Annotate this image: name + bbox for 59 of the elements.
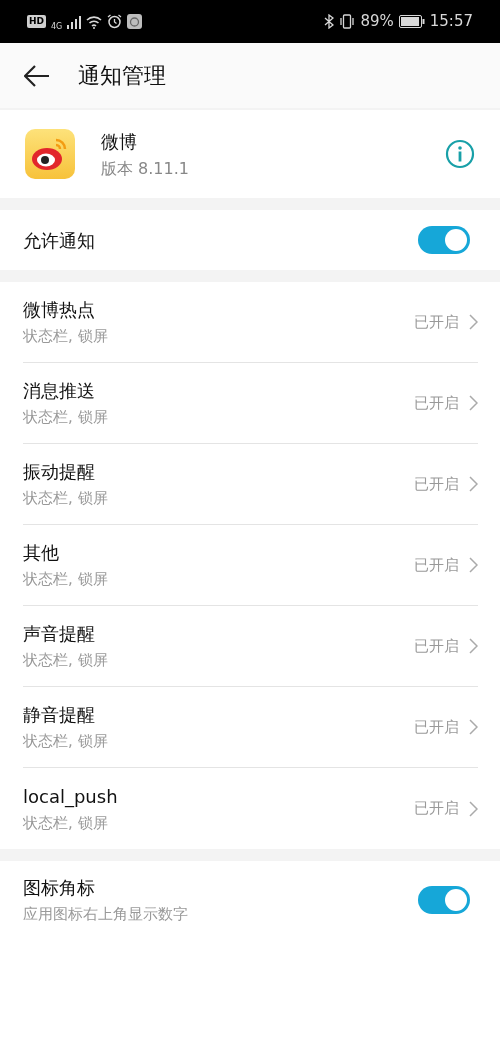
channel-status: 已开启: [414, 392, 459, 414]
setting-label: 允许通知: [23, 228, 95, 253]
channel-row[interactable]: 声音提醒 状态栏, 锁屏 已开启: [23, 606, 478, 687]
vibrate-icon: [339, 14, 356, 29]
channel-name: local_push: [23, 784, 118, 810]
channel-name: 振动提醒: [23, 460, 96, 485]
channel-detail: 状态栏, 锁屏: [23, 569, 108, 591]
channel-detail: 状态栏, 锁屏: [23, 326, 108, 348]
chevron-right-icon: [469, 719, 478, 735]
toggle-switch[interactable]: [418, 886, 470, 914]
channel-detail: 状态栏, 锁屏: [23, 812, 109, 834]
battery-percent: 89%: [360, 11, 394, 33]
channel-detail: 状态栏, 锁屏: [23, 650, 108, 672]
channel-name: 声音提醒: [23, 622, 96, 647]
chevron-right-icon: [469, 800, 478, 817]
channel-status: 已开启: [414, 716, 459, 738]
app-version: 版本 8.11.1: [101, 157, 190, 180]
alarm-icon: [107, 14, 123, 29]
channel-detail: 状态栏, 锁屏: [23, 731, 108, 753]
channel-row[interactable]: 微博热点 状态栏, 锁屏 已开启: [23, 282, 478, 363]
setting-detail: 应用图标右上角显示数字: [23, 904, 188, 926]
wifi-icon: [86, 14, 103, 29]
chevron-right-icon: [469, 395, 478, 411]
info-icon[interactable]: [445, 139, 475, 169]
chevron-right-icon: [469, 557, 478, 573]
channel-name: 消息推送: [23, 379, 96, 404]
channel-row[interactable]: 振动提醒 状态栏, 锁屏 已开启: [23, 444, 478, 525]
channel-status: 已开启: [414, 311, 459, 333]
channel-detail: 状态栏, 锁屏: [23, 407, 108, 429]
channel-name: 其他: [23, 541, 60, 566]
hd-label: HD: [27, 15, 46, 28]
app-icon: [25, 129, 75, 179]
back-arrow-icon[interactable]: [24, 64, 50, 87]
chevron-right-icon: [469, 476, 478, 492]
channel-row[interactable]: local_push 状态栏, 锁屏 已开启: [23, 768, 478, 849]
battery-icon: [398, 15, 425, 28]
chevron-right-icon: [469, 314, 478, 330]
channel-name: 静音提醒: [23, 703, 96, 728]
badge-row[interactable]: 图标角标 应用图标右上角显示数字: [0, 861, 500, 939]
chevron-right-icon: [469, 638, 478, 654]
channel-detail: 状态栏, 锁屏: [23, 488, 108, 510]
page-title: 通知管理: [78, 62, 166, 90]
signal-icon: [67, 14, 82, 29]
app-name: 微博: [101, 129, 138, 154]
bluetooth-icon: [324, 14, 335, 29]
app-notification-icon: [127, 14, 143, 29]
channel-row[interactable]: 其他 状态栏, 锁屏 已开启: [23, 525, 478, 606]
clock-time: 15:57: [429, 11, 473, 33]
channel-status: 已开启: [414, 554, 459, 576]
toggle-switch[interactable]: [418, 226, 470, 254]
channel-row[interactable]: 消息推送 状态栏, 锁屏 已开启: [23, 363, 478, 444]
allow-notifications-row[interactable]: 允许通知: [0, 210, 500, 270]
setting-label: 图标角标: [23, 876, 96, 901]
channel-status: 已开启: [414, 635, 459, 657]
channel-status: 已开启: [414, 798, 459, 820]
network-label: 4G: [51, 20, 63, 33]
channel-name: 微博热点: [23, 298, 96, 323]
channel-row[interactable]: 静音提醒 状态栏, 锁屏 已开启: [23, 687, 478, 768]
channel-status: 已开启: [414, 473, 459, 495]
